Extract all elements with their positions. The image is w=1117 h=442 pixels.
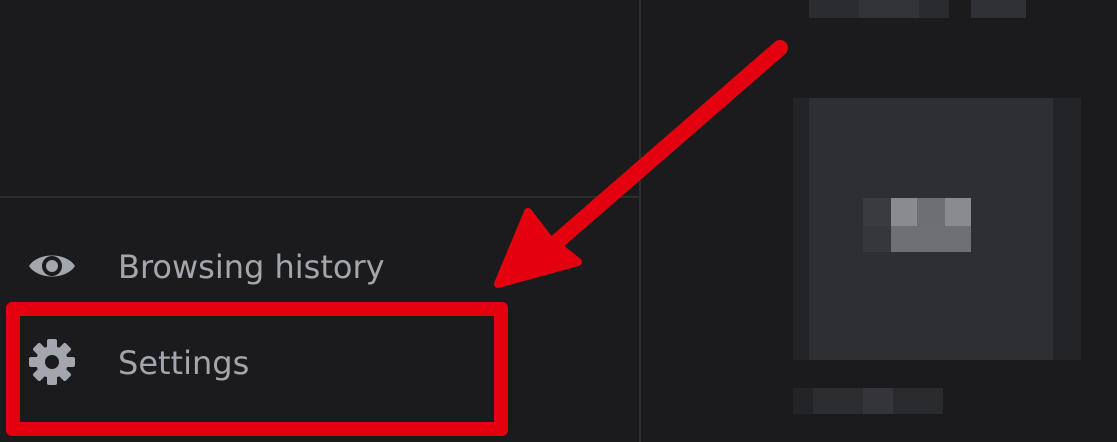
blurred-text [793,388,813,414]
blurred-glyph [891,198,917,226]
blurred-text [809,0,859,18]
blurred-glyph [863,198,891,226]
menu-item-label: Browsing history [118,248,385,286]
settings-highlight-box [6,302,508,436]
blurred-text [859,0,919,18]
blurred-text [893,388,943,414]
blurred-glyph [917,198,945,226]
blurred-glyph [945,198,971,226]
left-menu-pane: Browsing history Settings [0,0,640,442]
menu-divider [0,196,640,198]
eye-icon [26,240,78,292]
blurred-text [863,388,893,414]
blurred-text [813,388,863,414]
blurred-glyph [891,226,971,252]
blurred-content-pane [641,0,1117,442]
blurred-text [919,0,949,18]
menu-item-browsing-history[interactable]: Browsing history [0,228,640,308]
blurred-text [971,0,1026,18]
blurred-glyph [863,226,891,252]
